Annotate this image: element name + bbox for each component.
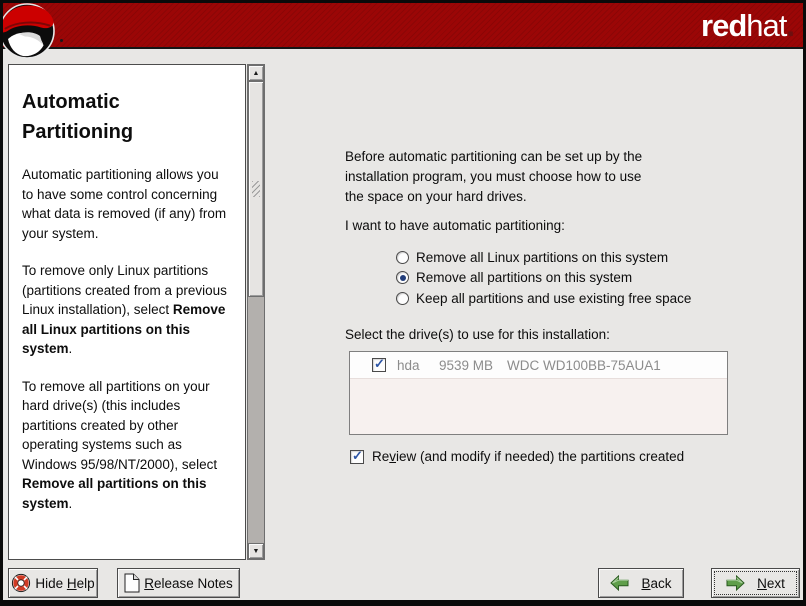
radio-label: Remove all Linux partitions on this syst… xyxy=(416,250,668,265)
label-pre: Hide xyxy=(35,576,67,591)
intro-text: Before automatic partitioning can be set… xyxy=(345,147,785,207)
drives-select-label: Select the drive(s) to use for this inst… xyxy=(345,327,610,342)
radio-button-icon[interactable] xyxy=(396,292,409,305)
radio-keep-all-partitions[interactable]: Keep all partitions and use existing fre… xyxy=(396,288,691,309)
partitioning-prompt: I want to have automatic partitioning: xyxy=(345,218,565,233)
review-label-post: iew (and modify if needed) the partition… xyxy=(396,449,684,464)
back-arrow-icon xyxy=(610,575,629,591)
label-mnemonic: B xyxy=(641,576,650,591)
hide-help-button[interactable]: Hide Help xyxy=(8,568,98,598)
radio-remove-all-partitions[interactable]: Remove all partitions on this system xyxy=(396,268,691,289)
scrollbar-grip-icon xyxy=(252,181,260,197)
drive-model: WDC WD100BB-75AUA1 xyxy=(507,358,661,373)
help-title: Automatic Partitioning xyxy=(22,87,172,147)
scrollbar-thumb[interactable] xyxy=(248,81,264,297)
radio-remove-linux-partitions[interactable]: Remove all Linux partitions on this syst… xyxy=(396,247,691,268)
scroll-up-icon: ▲ xyxy=(253,70,260,77)
next-label: Next xyxy=(757,576,785,591)
drive-row-hda[interactable]: ✓ hda 9539 MB WDC WD100BB-75AUA1 xyxy=(350,352,727,379)
review-label: Review (and modify if needed) the partit… xyxy=(372,449,684,464)
label-post: ack xyxy=(651,576,672,591)
checkmark-icon: ✓ xyxy=(352,448,363,464)
help-p3-text: To remove all partitions on your hard dr… xyxy=(22,379,217,472)
wordmark-hat: hat xyxy=(746,8,786,43)
label-post: elease Notes xyxy=(154,576,233,591)
checkmark-icon: ✓ xyxy=(374,356,385,372)
help-p3-bold: Remove all partitions on this system xyxy=(22,476,207,511)
review-partitions-checkbox-row[interactable]: ✓ Review (and modify if needed) the part… xyxy=(350,449,684,464)
label-post: ext xyxy=(767,576,785,591)
scroll-down-icon: ▼ xyxy=(253,548,260,555)
hide-help-label: Hide Help xyxy=(35,576,94,591)
drive-size: 9539 MB xyxy=(439,358,507,373)
life-ring-icon xyxy=(11,573,31,593)
radio-button-selected-icon[interactable] xyxy=(396,271,409,284)
drive-checkbox[interactable]: ✓ xyxy=(372,358,386,372)
next-button[interactable]: Next xyxy=(711,568,800,598)
scroll-down-button[interactable]: ▼ xyxy=(248,543,264,559)
release-notes-label: Release Notes xyxy=(144,576,233,591)
back-label: Back xyxy=(641,576,671,591)
help-scrollbar[interactable]: ▲ ▼ xyxy=(247,64,265,560)
wordmark-dot: . xyxy=(786,8,794,43)
drive-list: ✓ hda 9539 MB WDC WD100BB-75AUA1 xyxy=(349,351,728,435)
help-p3-period: . xyxy=(69,496,73,511)
help-paragraph-3: To remove all partitions on your hard dr… xyxy=(22,377,233,514)
document-icon xyxy=(124,573,140,593)
radio-label: Remove all partitions on this system xyxy=(416,270,632,285)
wordmark-red: red xyxy=(701,8,746,43)
drive-name: hda xyxy=(397,358,439,373)
review-checkbox[interactable]: ✓ xyxy=(350,450,364,464)
label-mnemonic: N xyxy=(757,576,767,591)
partitioning-radio-group: Remove all Linux partitions on this syst… xyxy=(396,247,691,309)
help-panel: Automatic Partitioning Automatic partiti… xyxy=(8,64,246,560)
help-p2-period: . xyxy=(69,341,73,356)
label-mnemonic: R xyxy=(144,576,154,591)
trademark-dot xyxy=(60,39,63,42)
review-label-mnemonic: v xyxy=(389,449,396,464)
radio-label: Keep all partitions and use existing fre… xyxy=(416,291,691,306)
installer-window: redhat. Automatic Partitioning Automatic… xyxy=(0,0,806,606)
next-arrow-icon xyxy=(726,575,745,591)
help-paragraph-1: Automatic partitioning allows you to hav… xyxy=(22,165,233,243)
scroll-up-button[interactable]: ▲ xyxy=(248,65,264,81)
review-label-pre: Re xyxy=(372,449,389,464)
release-notes-button[interactable]: Release Notes xyxy=(117,568,240,598)
back-button[interactable]: Back xyxy=(598,568,684,598)
radio-button-icon[interactable] xyxy=(396,251,409,264)
redhat-shadowman-icon xyxy=(0,1,63,61)
redhat-wordmark: redhat. xyxy=(701,8,794,44)
help-paragraph-2: To remove only Linux partitions (partiti… xyxy=(22,261,233,359)
header-banner: redhat. xyxy=(3,3,803,49)
label-mnemonic: H xyxy=(67,576,77,591)
label-post: elp xyxy=(77,576,95,591)
